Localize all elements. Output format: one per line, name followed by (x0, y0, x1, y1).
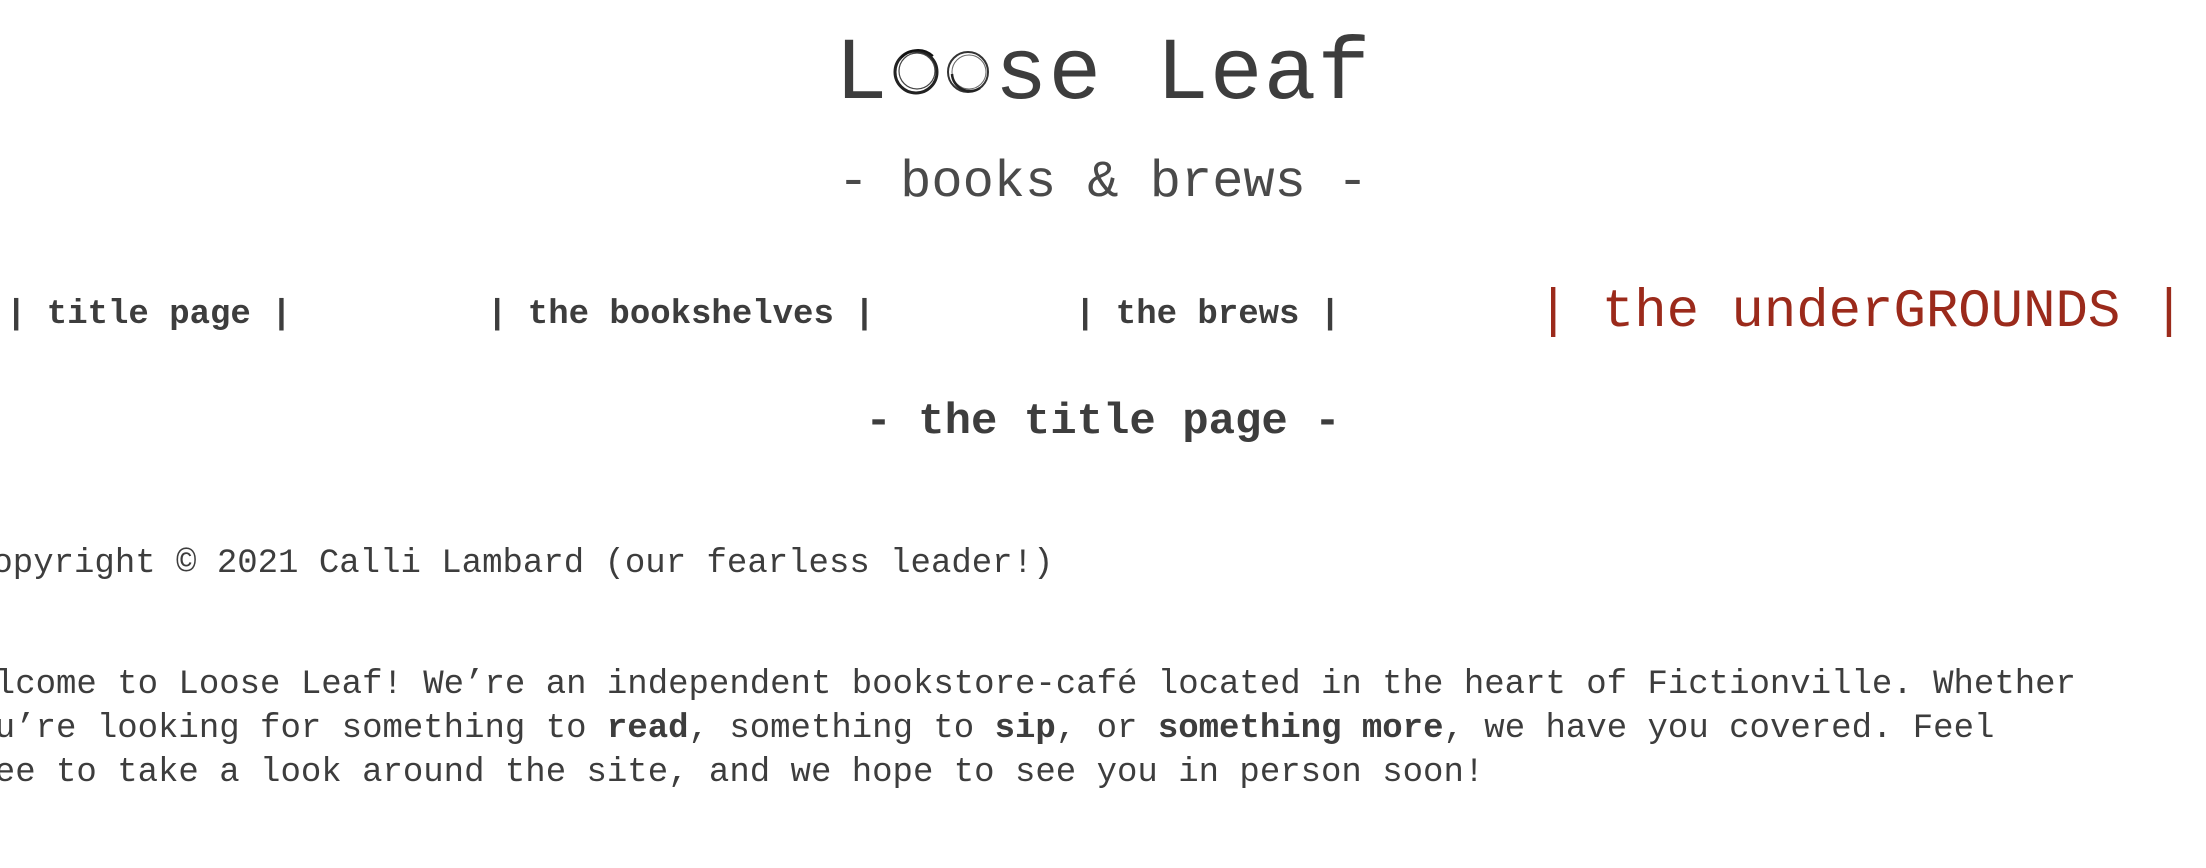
site-title-suffix: se Leaf (994, 26, 1372, 125)
nav-undergrounds[interactable]: | the underGROUNDS | (1537, 278, 2185, 348)
intro-line-3: free to take a look around the site, and… (0, 754, 1485, 792)
intro-line-2c: , something to (688, 710, 995, 748)
intro-something-more: something more (1157, 710, 1444, 748)
intro-line-2a: you’re looking for something to (0, 710, 607, 748)
nav-title-page[interactable]: | title page | (6, 280, 292, 350)
site-subtitle: - books & brews - (837, 153, 1369, 212)
site-title-prefix: L (834, 26, 889, 125)
nav-brews[interactable]: | the brews | (1075, 280, 1340, 350)
intro-line-2e: , or (1055, 710, 1158, 748)
intro-paragraph: Welcome to Loose Leaf! We’re an independ… (0, 663, 2206, 795)
intro-line-1: Welcome to Loose Leaf! We’re an independ… (0, 666, 2076, 704)
page-heading: - the title page - (865, 397, 1341, 447)
intro-line-2g: , we have you covered. Feel (1443, 710, 1995, 748)
page: Lse Leaf - books & brews - | title page … (0, 0, 2206, 868)
copyright-text: Copyright © 2021 Calli Lambard (our fear… (0, 545, 1054, 583)
intro-sip: sip (994, 710, 1056, 748)
nav-bookshelves[interactable]: | the bookshelves | (487, 280, 875, 350)
main-nav: | title page | | the bookshelves | | the… (0, 280, 2206, 350)
coffee-ring-icon (889, 48, 942, 98)
coffee-ring-icon (942, 48, 995, 98)
intro-read: read (606, 710, 689, 748)
site-title: Lse Leaf (0, 26, 2206, 126)
